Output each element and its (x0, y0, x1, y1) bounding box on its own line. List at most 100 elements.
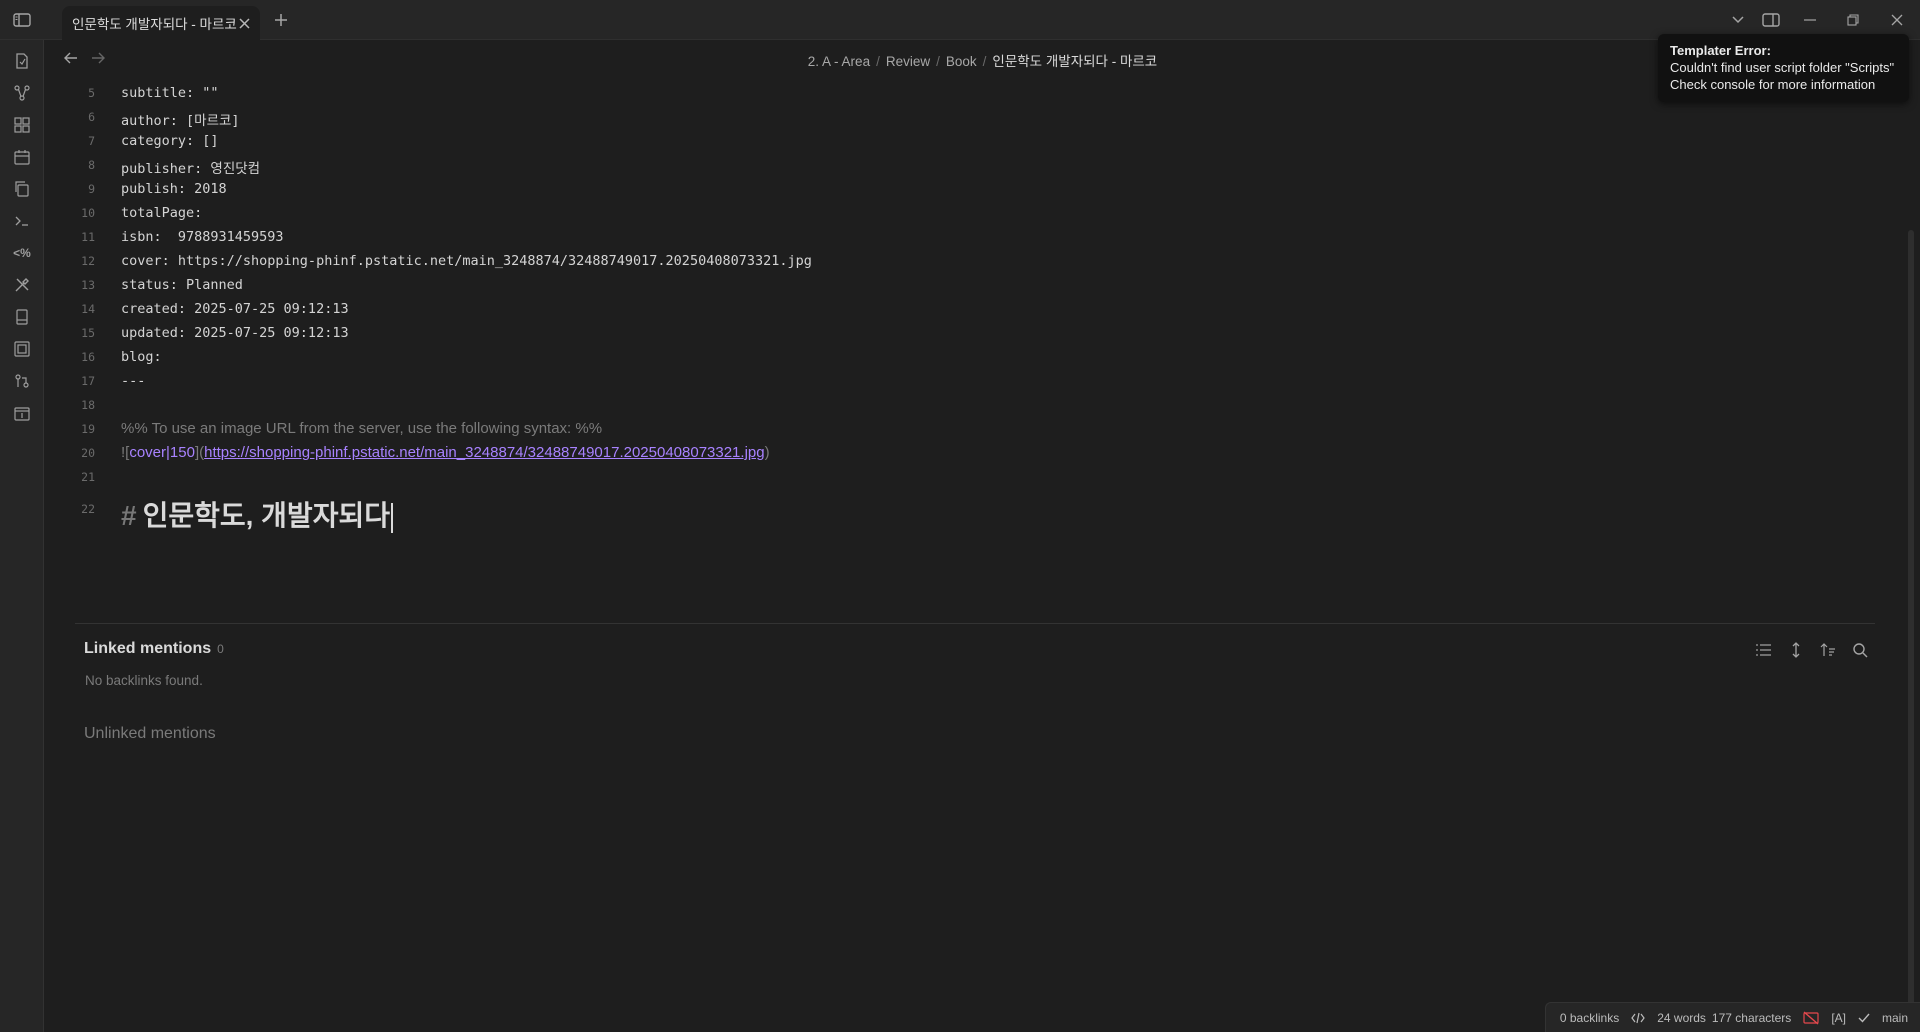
editor-line[interactable]: 7 category: [] (75, 130, 1875, 154)
collapse-results-icon[interactable] (1754, 640, 1774, 660)
frontmatter-publisher[interactable]: publisher: 영진닷컴 (121, 157, 260, 177)
show-more-context-icon[interactable] (1786, 640, 1806, 660)
minimize-icon[interactable] (1800, 10, 1820, 30)
frontmatter-totalpage[interactable]: totalPage: (121, 205, 202, 221)
editor-scrollbar[interactable] (1908, 230, 1914, 1010)
line-number: 21 (81, 470, 95, 484)
code-icon[interactable] (1631, 1012, 1645, 1024)
editor-line[interactable]: 15 updated: 2025-07-25 09:12:13 (75, 322, 1875, 346)
breadcrumb-item-area[interactable]: 2. A - Area (808, 54, 870, 69)
editor-line[interactable]: 12 cover: https://shopping-phinf.pstatic.… (75, 250, 1875, 274)
close-window-icon[interactable] (1887, 10, 1907, 30)
status-word-count: 24 words (1657, 1010, 1706, 1025)
editor-line[interactable]: 17 --- (75, 370, 1875, 394)
image-url-link[interactable]: https://shopping-phinf.pstatic.net/main_… (204, 444, 764, 461)
frontmatter-author[interactable]: author: [마르코] (121, 109, 240, 129)
editor-line[interactable]: 6 author: [마르코] (75, 106, 1875, 130)
line-number: 9 (88, 182, 95, 196)
breadcrumb-item-review[interactable]: Review (886, 54, 930, 69)
image-embed-line[interactable]: ![cover|150](https://shopping-phinf.psta… (121, 444, 770, 461)
line-number: 14 (81, 302, 95, 316)
restore-icon[interactable] (1843, 10, 1863, 30)
editor-line[interactable]: 18 (75, 394, 1875, 418)
tab-title: 인문학도 개발자되다 - 마르코 (72, 17, 237, 32)
editor-line[interactable]: 9 publish: 2018 (75, 178, 1875, 202)
editor-line[interactable]: 21 (75, 466, 1875, 490)
line-number: 17 (81, 374, 95, 388)
frontmatter-category[interactable]: category: [] (121, 133, 219, 149)
editor-line[interactable]: 8 publisher: 영진닷컴 (75, 154, 1875, 178)
heading-text[interactable]: 인문학도, 개발자되다 (143, 500, 390, 531)
graph-view-icon[interactable] (11, 82, 33, 104)
tab-active[interactable]: 인문학도 개발자되다 - 마르코 (62, 6, 260, 40)
sync-disabled-icon[interactable] (1803, 1010, 1819, 1025)
frontmatter-isbn[interactable]: isbn: 9788931459593 (121, 229, 284, 245)
status-backlinks[interactable]: 0 backlinks (1560, 1011, 1619, 1025)
linked-mentions-header[interactable]: Linked mentions 0 (84, 640, 224, 658)
copy-icon[interactable] (11, 178, 33, 200)
line-number: 5 (88, 86, 95, 100)
frontmatter-publish[interactable]: publish: 2018 (121, 181, 227, 197)
editor-line[interactable]: 13 status: Planned (75, 274, 1875, 298)
line-number: 15 (81, 326, 95, 340)
frontmatter-subtitle[interactable]: subtitle: "" (121, 85, 219, 101)
status-git-branch[interactable]: main (1882, 1011, 1908, 1025)
calendar-icon[interactable] (11, 146, 33, 168)
editor[interactable]: 5 subtitle: "" 6 author: [마르코] 7 category: … (75, 82, 1875, 542)
line-number: 8 (88, 158, 95, 172)
linked-mentions-title: Linked mentions (84, 640, 212, 657)
editor-line[interactable]: 14 created: 2025-07-25 09:12:13 (75, 298, 1875, 322)
sidebar-toggle-icon[interactable] (11, 10, 33, 30)
checkmark-icon[interactable] (1858, 1013, 1870, 1023)
tab-list-chevron-icon[interactable] (1728, 10, 1748, 30)
frontmatter-end[interactable]: --- (121, 373, 145, 389)
slides-icon[interactable] (11, 338, 33, 360)
editor-line[interactable]: 11 isbn: 9788931459593 (75, 226, 1875, 250)
sort-order-icon[interactable] (1818, 640, 1838, 660)
editor-line[interactable]: 22 # 인문학도, 개발자되다 (75, 490, 1875, 542)
right-sidebar-toggle-icon[interactable] (1760, 10, 1782, 30)
line-number: 13 (81, 278, 95, 292)
frontmatter-cover[interactable]: cover: https://shopping-phinf.pstatic.ne… (121, 253, 812, 269)
no-backlinks-message: No backlinks found. (85, 673, 203, 688)
unlinked-mentions-header[interactable]: Unlinked mentions (84, 725, 216, 743)
tab-close-icon[interactable] (234, 13, 254, 33)
line-number: 7 (88, 134, 95, 148)
canvas-icon[interactable] (11, 114, 33, 136)
frontmatter-updated[interactable]: updated: 2025-07-25 09:12:13 (121, 325, 349, 341)
book-icon[interactable] (11, 306, 33, 328)
terminal-icon[interactable] (11, 210, 33, 232)
new-note-icon[interactable] (11, 50, 33, 72)
breadcrumb: 2. A - Area / Review / Book / 인문학도 개발자되다 - 마르코 (807, 54, 1158, 69)
breadcrumb-current-note[interactable]: 인문학도 개발자되다 - 마르코 (992, 54, 1157, 69)
editor-line[interactable]: 5 subtitle: "" (75, 82, 1875, 106)
ribbon: <% (0, 40, 44, 1032)
text-cursor (390, 502, 393, 533)
note-heading[interactable]: # 인문학도, 개발자되다 (121, 494, 393, 534)
comment-line[interactable]: %% To use an image URL from the server, … (121, 420, 602, 437)
editor-line[interactable]: 19 %% To use an image URL from the server… (75, 418, 1875, 442)
templater-error-notice[interactable]: Templater Error: Couldn't find user scri… (1658, 34, 1909, 102)
notice-line-2: Check console for more information (1670, 77, 1876, 92)
daily-note-icon[interactable] (11, 402, 33, 424)
heading-hash: # (121, 500, 137, 531)
status-character-count: 177 characters (1711, 1010, 1792, 1025)
image-embed-mid: ]( (194, 444, 205, 461)
editor-line[interactable]: 20 ![cover|150](https://shopping-phinf.p… (75, 442, 1875, 466)
status-vim-mode[interactable]: [A] (1831, 1011, 1846, 1025)
search-icon[interactable] (1850, 640, 1870, 660)
new-tab-icon[interactable] (270, 10, 292, 30)
git-compare-icon[interactable] (11, 370, 33, 392)
frontmatter-created[interactable]: created: 2025-07-25 09:12:13 (121, 301, 349, 317)
editor-line[interactable]: 10 totalPage: (75, 202, 1875, 226)
tools-icon[interactable] (11, 274, 33, 296)
breadcrumb-item-book[interactable]: Book (946, 54, 977, 69)
line-number: 6 (88, 110, 95, 124)
templater-icon[interactable]: <% (11, 242, 33, 264)
line-number: 18 (81, 398, 95, 412)
editor-line[interactable]: 16 blog: (75, 346, 1875, 370)
line-number: 20 (81, 446, 95, 460)
image-alt-text[interactable]: cover|150 (129, 444, 195, 461)
frontmatter-status[interactable]: status: Planned (121, 277, 243, 293)
frontmatter-blog[interactable]: blog: (121, 349, 162, 365)
